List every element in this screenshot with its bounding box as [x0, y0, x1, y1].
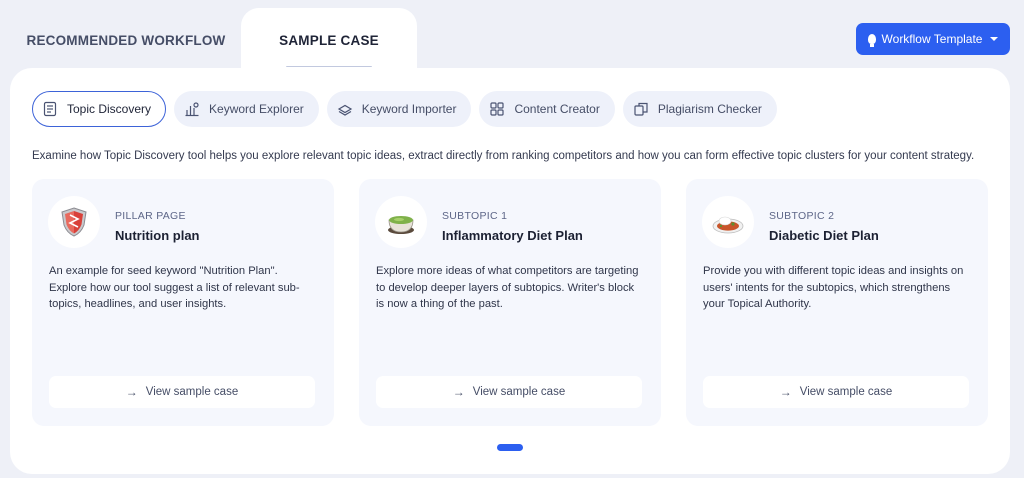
arrow-right-icon: →: [779, 385, 792, 399]
card-kicker: PILLAR PAGE: [115, 210, 186, 222]
card-title: Inflammatory Diet Plan: [442, 228, 583, 243]
view-sample-case-label: View sample case: [799, 386, 893, 398]
arrow-right-icon: →: [125, 385, 138, 399]
tool-description: Examine how Topic Discovery tool helps y…: [32, 150, 975, 162]
workflow-template-label: Workflow Template: [881, 32, 983, 46]
tool-label: Keyword Explorer: [209, 102, 304, 116]
plagiarism-checker-icon: [634, 102, 648, 116]
content-creator-icon: [490, 102, 505, 116]
arrow-right-icon: →: [452, 385, 465, 399]
food-plate-icon: [712, 216, 744, 234]
tool-label: Content Creator: [514, 102, 600, 116]
keyword-importer-icon: [337, 104, 352, 116]
card-body: Explore more ideas of what competitors a…: [376, 265, 639, 310]
view-sample-case-label: View sample case: [145, 386, 239, 398]
tab-bar: RECOMMENDED WORKFLOW SAMPLE CASE Workflo…: [0, 0, 1024, 72]
soup-bowl-icon: [388, 216, 414, 234]
view-sample-case-button[interactable]: → View sample case: [376, 376, 642, 408]
card-kicker: SUBTOPIC 2: [769, 210, 835, 222]
sample-card: PILLAR PAGE Nutrition plan An example fo…: [32, 179, 334, 426]
tool-pill-plagiarism-checker[interactable]: Plagiarism Checker: [622, 91, 777, 127]
tool-label: Keyword Importer: [361, 102, 457, 116]
tool-pill-keyword-importer[interactable]: Keyword Importer: [326, 91, 472, 127]
card-body: Provide you with different topic ideas a…: [703, 265, 964, 310]
card-title: Diabetic Diet Plan: [769, 228, 879, 243]
card-kicker: SUBTOPIC 1: [442, 210, 508, 222]
tool-pill-topic-discovery[interactable]: Topic Discovery: [32, 91, 167, 127]
tab-recommended-workflow[interactable]: RECOMMENDED WORKFLOW: [10, 8, 242, 72]
topic-discovery-icon: [43, 101, 57, 117]
tool-pill-keyword-explorer[interactable]: Keyword Explorer: [174, 91, 319, 127]
sample-card: SUBTOPIC 1 Inflammatory Diet Plan Explor…: [359, 179, 661, 426]
tool-label: Plagiarism Checker: [657, 102, 762, 116]
sample-case-cards: PILLAR PAGE Nutrition plan An example fo…: [32, 179, 988, 426]
view-sample-case-label: View sample case: [472, 386, 566, 398]
view-sample-case-button[interactable]: → View sample case: [49, 376, 315, 408]
view-sample-case-button[interactable]: → View sample case: [703, 376, 969, 408]
card-icon-wrap: [48, 196, 100, 248]
tool-label: Topic Discovery: [67, 102, 152, 116]
panel-tab-joint: [241, 67, 417, 77]
tool-selector: Topic Discovery Keyword Explorer Keyword…: [32, 91, 777, 127]
sample-case-panel: Topic Discovery Keyword Explorer Keyword…: [10, 67, 1010, 474]
tab-sample-case-label: SAMPLE CASE: [279, 32, 379, 48]
tool-pill-content-creator[interactable]: Content Creator: [479, 91, 615, 127]
card-body: An example for seed keyword "Nutrition P…: [49, 265, 300, 310]
keyword-explorer-icon: [185, 102, 199, 117]
workflow-template-button[interactable]: Workflow Template: [856, 23, 1010, 55]
card-icon-wrap: [375, 196, 427, 248]
lightbulb-icon: [867, 34, 876, 47]
carousel-page-indicator[interactable]: [497, 444, 523, 451]
card-title: Nutrition plan: [115, 228, 200, 243]
card-icon-wrap: [702, 196, 754, 248]
tab-sample-case[interactable]: SAMPLE CASE: [241, 8, 417, 72]
sample-card: SUBTOPIC 2 Diabetic Diet Plan Provide yo…: [686, 179, 988, 426]
caret-down-icon: [990, 37, 999, 41]
shield-icon: [61, 207, 87, 237]
